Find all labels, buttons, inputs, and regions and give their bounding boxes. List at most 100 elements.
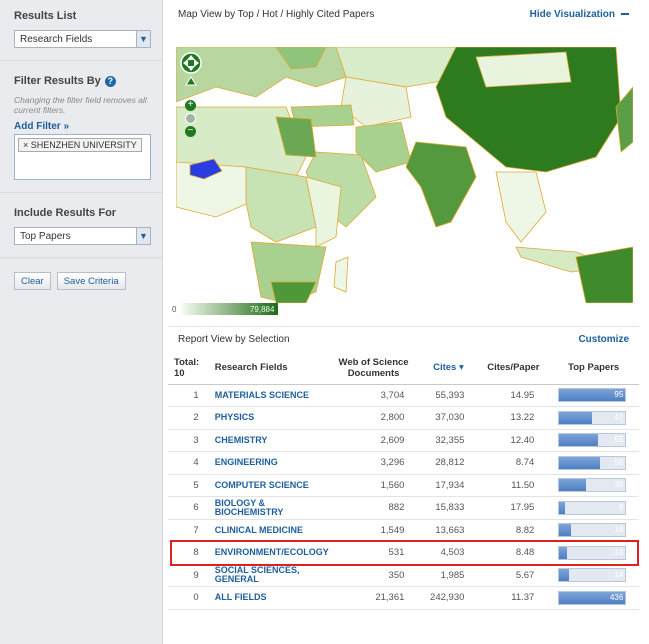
row-cites-per-paper: 11.50 <box>478 474 549 497</box>
world-map[interactable]: + − <box>176 47 633 303</box>
top-papers-bar-fill <box>559 546 567 559</box>
chevron-down-icon[interactable]: ▼ <box>136 31 150 47</box>
row-field-link[interactable]: ENVIRONMENT/ECOLOGY <box>208 541 329 565</box>
row-wos: 21,361 <box>328 586 419 610</box>
row-wos: 350 <box>328 564 419 587</box>
save-criteria-button[interactable]: Save Criteria <box>56 272 126 290</box>
zoom-in-button[interactable]: + <box>185 100 196 111</box>
customize-link[interactable]: Customize <box>578 334 629 345</box>
legend-gradient: 79,884 <box>182 303 279 315</box>
header-total-label: Total: <box>174 356 200 368</box>
row-field-link[interactable]: CHEMISTRY <box>208 429 329 452</box>
hide-visualization-link[interactable]: Hide Visualization <box>530 9 629 20</box>
row-field-link[interactable]: ALL FIELDS <box>208 586 329 610</box>
top-papers-bar[interactable]: 47 <box>558 410 627 425</box>
row-cites: 1,985 <box>418 564 479 587</box>
row-top-papers[interactable]: 8 <box>548 496 639 520</box>
row-top-papers[interactable]: 39 <box>548 474 639 497</box>
table-row[interactable]: 7 CLINICAL MEDICINE 1,549 13,663 8.82 16 <box>168 519 639 542</box>
map-region-madagascar <box>333 256 349 293</box>
row-cites-per-paper: 14.95 <box>478 384 549 407</box>
top-papers-bar[interactable]: 55 <box>558 433 627 448</box>
row-top-papers[interactable]: 10 <box>548 541 639 565</box>
row-field-link[interactable]: SOCIAL SCIENCES, GENERAL <box>208 564 329 587</box>
row-field-link[interactable]: COMPUTER SCIENCE <box>208 474 329 497</box>
add-filter-link[interactable]: Add Filter » <box>14 121 148 132</box>
table-row[interactable]: 5 COMPUTER SCIENCE 1,560 17,934 11.50 39 <box>168 474 639 497</box>
row-top-papers[interactable]: 16 <box>548 519 639 542</box>
table-row[interactable]: 9 SOCIAL SCIENCES, GENERAL 350 1,985 5.67 14 <box>168 564 639 587</box>
top-papers-bar[interactable]: 436 <box>558 590 627 605</box>
row-wos: 1,549 <box>328 519 419 542</box>
row-cites: 17,934 <box>418 474 479 497</box>
row-wos: 3,704 <box>328 384 419 407</box>
row-cites: 15,833 <box>418 496 479 520</box>
map-region-australia <box>575 246 633 303</box>
include-section: Include Results For Top Papers ▼ <box>0 193 162 258</box>
row-cites-per-paper: 11.37 <box>478 586 549 610</box>
top-papers-bar[interactable]: 10 <box>558 545 627 560</box>
table-row[interactable]: 1 MATERIALS SCIENCE 3,704 55,393 14.95 95 <box>168 384 639 407</box>
header-wos-documents[interactable]: Web of Science Documents <box>328 352 419 385</box>
row-cites-per-paper: 12.40 <box>478 429 549 452</box>
row-field-link[interactable]: ENGINEERING <box>208 451 329 475</box>
report-table: Total: 10 Research Fields Web of Science … <box>168 352 639 610</box>
map-pan-control[interactable] <box>180 51 202 93</box>
include-select[interactable]: Top Papers ▼ <box>14 227 151 245</box>
help-icon[interactable]: ? <box>104 75 116 87</box>
chevron-down-icon[interactable]: ▼ <box>136 228 150 244</box>
zoom-out-button[interactable]: − <box>185 126 196 137</box>
row-top-papers[interactable]: 58 <box>548 451 639 475</box>
globe-icon[interactable] <box>185 113 196 124</box>
top-papers-bar[interactable]: 8 <box>558 500 627 515</box>
report-title: Report View by Selection <box>178 334 290 345</box>
row-wos: 2,609 <box>328 429 419 452</box>
clear-button[interactable]: Clear <box>14 272 51 290</box>
header-cites-per-paper[interactable]: Cites/Paper <box>478 352 549 385</box>
results-list-select[interactable]: Research Fields ▼ <box>14 30 151 48</box>
filter-title: Filter Results By ? <box>14 75 148 87</box>
header-cites[interactable]: Cites ▾ <box>418 352 479 385</box>
table-row[interactable]: 8 ENVIRONMENT/ECOLOGY 531 4,503 8.48 10 <box>168 541 639 565</box>
top-papers-count: 95 <box>614 390 624 400</box>
top-papers-bar[interactable]: 39 <box>558 478 627 493</box>
header-research-fields[interactable]: Research Fields <box>208 352 329 385</box>
filter-chip-shenzhen[interactable]: × SHENZHEN UNIVERSITY <box>18 138 142 152</box>
row-top-papers[interactable]: 95 <box>548 384 639 407</box>
top-papers-count: 58 <box>614 457 624 467</box>
top-papers-bar-fill <box>559 524 571 537</box>
header-top-papers[interactable]: Top Papers <box>548 352 639 385</box>
filter-section: Filter Results By ? Changing the filter … <box>0 61 162 193</box>
top-papers-bar[interactable]: 58 <box>558 455 627 470</box>
row-field-link[interactable]: CLINICAL MEDICINE <box>208 519 329 542</box>
top-papers-bar[interactable]: 95 <box>558 388 627 403</box>
table-row[interactable]: 3 CHEMISTRY 2,609 32,355 12.40 55 <box>168 429 639 452</box>
pan-arrows-icon[interactable] <box>180 51 202 93</box>
row-cites-per-paper: 8.48 <box>478 541 549 565</box>
row-field-link[interactable]: MATERIALS SCIENCE <box>208 384 329 407</box>
top-papers-bar[interactable]: 14 <box>558 568 627 583</box>
row-rank: 2 <box>168 406 209 430</box>
top-papers-bar[interactable]: 16 <box>558 523 627 538</box>
row-top-papers[interactable]: 55 <box>548 429 639 452</box>
row-field-link[interactable]: PHYSICS <box>208 406 329 430</box>
top-papers-count: 10 <box>614 547 624 557</box>
row-top-papers[interactable]: 436 <box>548 586 639 610</box>
top-papers-bar-fill <box>559 434 598 447</box>
row-top-papers[interactable]: 47 <box>548 406 639 430</box>
row-cites: 28,812 <box>418 451 479 475</box>
top-papers-count: 39 <box>614 480 624 490</box>
world-map-svg[interactable] <box>176 47 633 303</box>
table-row[interactable]: 4 ENGINEERING 3,296 28,812 8.74 58 <box>168 451 639 475</box>
row-rank: 0 <box>168 586 209 610</box>
filter-box[interactable]: × SHENZHEN UNIVERSITY <box>14 134 151 180</box>
row-top-papers[interactable]: 14 <box>548 564 639 587</box>
table-header-row: Total: 10 Research Fields Web of Science … <box>168 352 639 385</box>
top-papers-count: 436 <box>609 592 624 602</box>
top-papers-bar-fill <box>559 569 570 582</box>
table-row[interactable]: 6 BIOLOGY & BIOCHEMISTRY 882 15,833 17.95 8 <box>168 496 639 520</box>
row-field-link[interactable]: BIOLOGY & BIOCHEMISTRY <box>208 496 329 520</box>
table-row[interactable]: 0 ALL FIELDS 21,361 242,930 11.37 436 <box>168 586 639 610</box>
table-row[interactable]: 2 PHYSICS 2,800 37,030 13.22 47 <box>168 406 639 430</box>
row-wos: 531 <box>328 541 419 565</box>
